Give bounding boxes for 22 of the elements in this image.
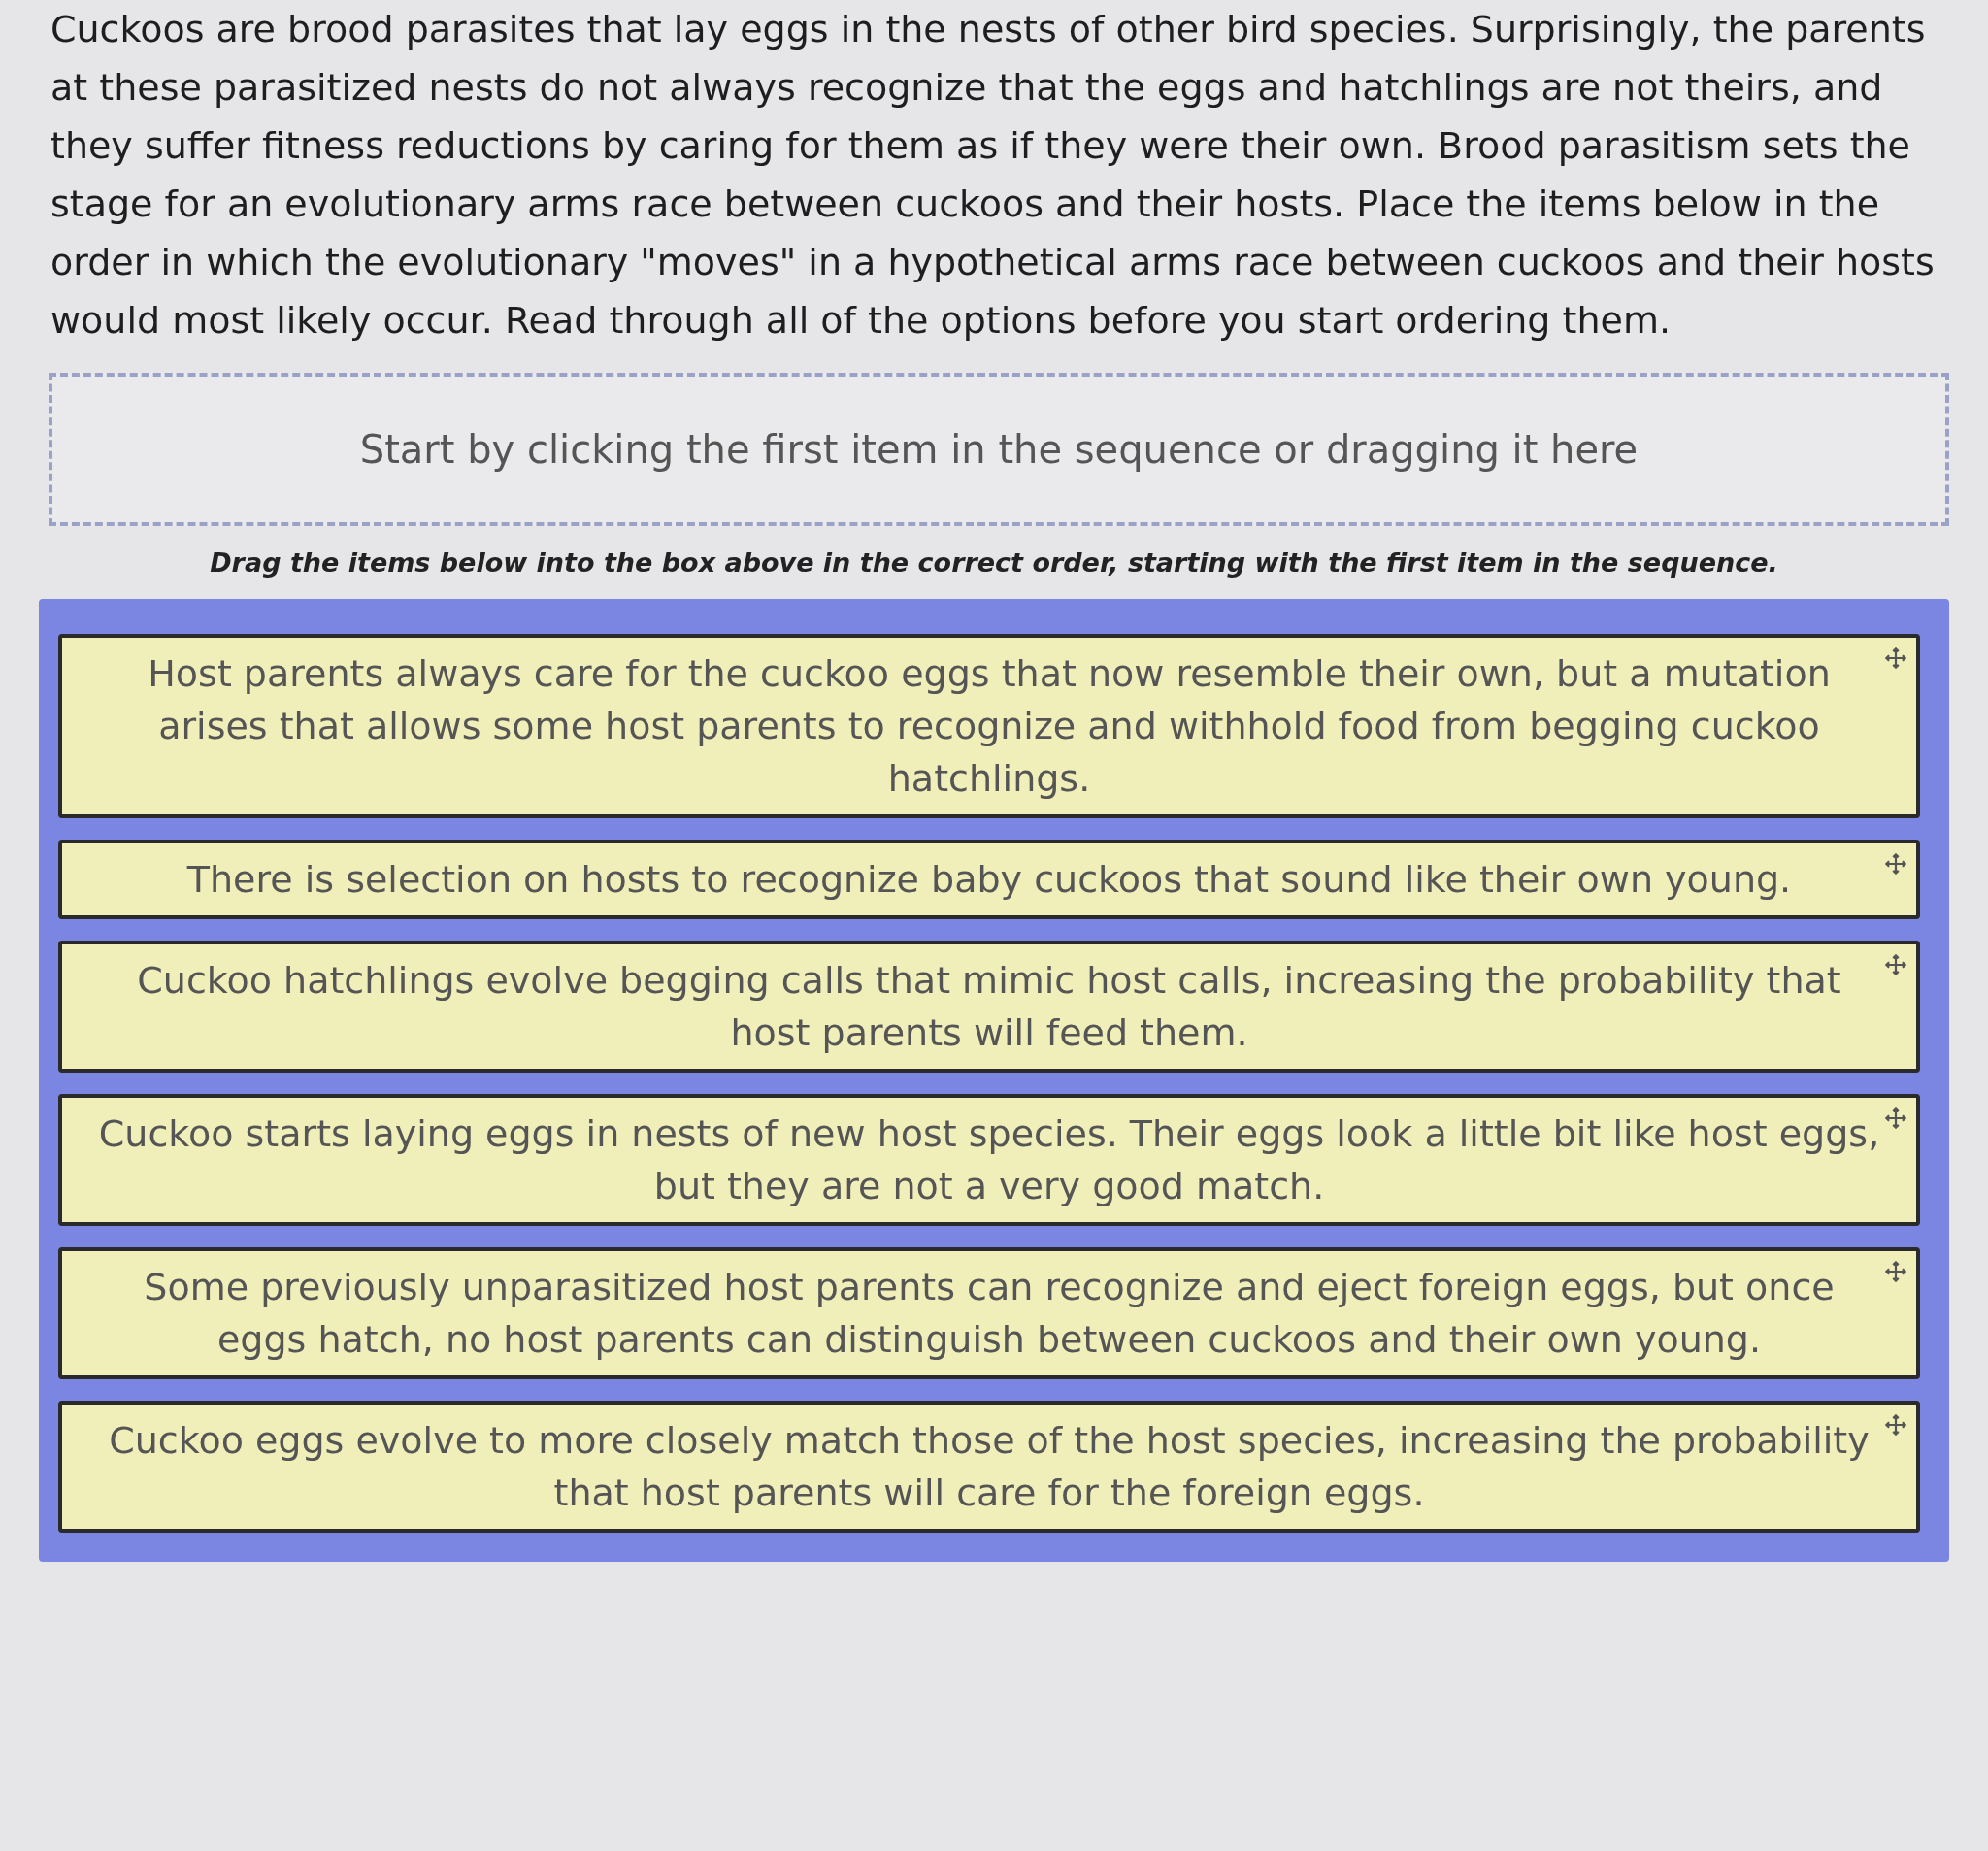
question-text: Cuckoos are brood parasites that lay eggs in the nests of other bird species. Surprisingly, the parents at these parasitized nests do not always recognize that the eggs and hatchlings are not theirs, and they suffer fitness reductions by caring for them as if they were their own. Brood parasitism sets the stage for an evolutionary arms race between cuckoos and their hosts. Place the items below in the order in which the evolutionary "moves" in a hypothetical arms race between cuckoos and their hosts would most likely occur. Read through all of the options before you start ordering them. [50, 7, 1936, 344]
move-icon[interactable] [1885, 1107, 1906, 1129]
draggable-item[interactable]: Cuckoo eggs evolve to more closely match those of the host species, increasing the probability that host parents will care for the foreign eggs. [58, 1401, 1920, 1533]
move-icon[interactable] [1885, 1414, 1906, 1436]
drop-zone[interactable]: Start by clicking the first item in the sequence or dragging it here [49, 373, 1949, 526]
item-text: There is selection on hosts to recognize baby cuckoos that sound like their own young. [186, 858, 1792, 901]
item-text: Cuckoo hatchlings evolve begging calls that mimic host calls, increasing the probability that host parents will feed them. [137, 959, 1841, 1054]
item-text: Cuckoo eggs evolve to more closely match those of the host species, increasing the probability that host parents will care for the foreign eggs. [109, 1419, 1870, 1514]
item-text: Host parents always care for the cuckoo eggs that now resemble their own, but a mutation arises that allows some host parents to recognize and withhold food from begging cuckoo hatchlings. [148, 652, 1831, 800]
move-icon[interactable] [1885, 1261, 1906, 1282]
item-text: Cuckoo starts laying eggs in nests of new host species. Their eggs look a little bit like host eggs, but they are not a very good match. [98, 1112, 1880, 1207]
drop-zone-placeholder: Start by clicking the first item in the sequence or dragging it here [359, 427, 1639, 472]
move-icon[interactable] [1885, 853, 1906, 875]
draggable-item[interactable]: Cuckoo hatchlings evolve begging calls that mimic host calls, increasing the probability that host parents will feed them. [58, 941, 1920, 1073]
draggable-item[interactable]: Host parents always care for the cuckoo eggs that now resemble their own, but a mutation arises that allows some host parents to recognize and withhold food from begging cuckoo hatchlings. [58, 634, 1920, 818]
instruction-text: Drag the items below into the box above in the correct order, starting with the first item in the sequence. [209, 547, 1779, 578]
draggable-item[interactable]: Some previously unparasitized host parents can recognize and eject foreign eggs, but once eggs hatch, no host parents can distinguish between cuckoos and their own young. [58, 1247, 1920, 1379]
move-icon[interactable] [1885, 647, 1906, 669]
move-icon[interactable] [1885, 954, 1906, 975]
item-text: Some previously unparasitized host parents can recognize and eject foreign eggs, but once eggs hatch, no host parents can distinguish between cuckoos and their own young. [144, 1266, 1835, 1361]
draggable-item[interactable]: There is selection on hosts to recognize baby cuckoos that sound like their own young. [58, 840, 1920, 919]
draggable-item[interactable]: Cuckoo starts laying eggs in nests of new host species. Their eggs look a little bit like host eggs, but they are not a very good match. [58, 1094, 1920, 1226]
